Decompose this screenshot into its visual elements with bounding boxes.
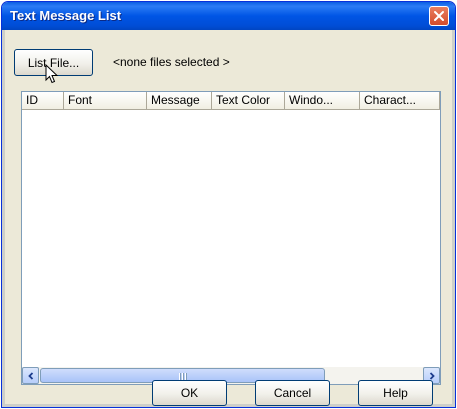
column-header-text-color[interactable]: Text Color (212, 92, 285, 110)
text-message-list-dialog: Text Message List List File... <none fil… (1, 1, 456, 408)
chevron-right-icon (429, 371, 435, 380)
column-header-font[interactable]: Font (64, 92, 147, 110)
title-bar: Text Message List (2, 2, 455, 30)
close-icon (434, 11, 444, 21)
column-header-window[interactable]: Windo... (285, 92, 360, 110)
column-header-character[interactable]: Charact... (360, 92, 440, 110)
ok-button[interactable]: OK (152, 380, 227, 406)
cancel-button[interactable]: Cancel (255, 380, 330, 406)
scroll-left-button[interactable] (22, 367, 39, 384)
files-selected-status: <none files selected > (113, 55, 230, 69)
column-header-message[interactable]: Message (147, 92, 212, 110)
chevron-left-icon (27, 371, 33, 380)
help-button[interactable]: Help (358, 380, 433, 406)
dialog-content: List File... <none files selected > ID F… (5, 30, 452, 406)
scrollbar-grip (179, 373, 188, 380)
message-list-view[interactable]: ID Font Message Text Color Windo... Char… (21, 91, 441, 385)
mouse-cursor-icon (45, 64, 59, 84)
list-header: ID Font Message Text Color Windo... Char… (22, 92, 440, 110)
window-title: Text Message List (10, 8, 122, 23)
column-header-id[interactable]: ID (22, 92, 64, 110)
close-button[interactable] (429, 6, 449, 26)
